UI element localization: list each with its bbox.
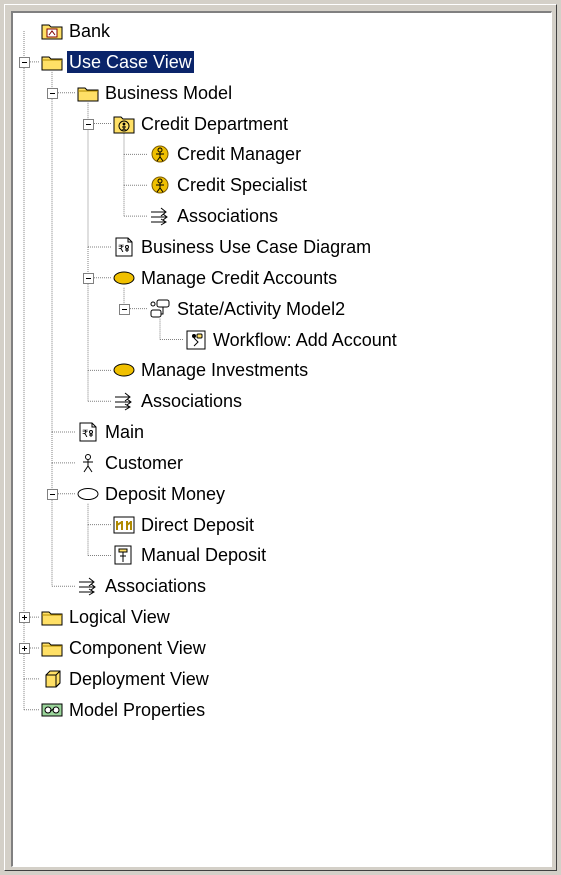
collapse-toggle[interactable] bbox=[83, 272, 94, 284]
expand-toggle[interactable] bbox=[19, 612, 30, 624]
model-properties-icon bbox=[41, 700, 63, 720]
collapse-toggle[interactable] bbox=[83, 118, 94, 130]
tree-node[interactable]: Manual Deposit bbox=[113, 541, 268, 569]
tree-node[interactable]: Associations bbox=[149, 202, 280, 230]
associations-icon bbox=[77, 576, 99, 596]
folder-icon bbox=[41, 638, 63, 658]
svg-text:₹: ₹ bbox=[82, 429, 88, 440]
tree-node-label[interactable]: Credit Department bbox=[139, 113, 290, 135]
use-case-diagram-icon: ₹ bbox=[77, 422, 99, 442]
tree-node-label[interactable]: Manual Deposit bbox=[139, 544, 268, 566]
tree-node[interactable]: Associations bbox=[113, 387, 244, 415]
tree-node[interactable]: Workflow: Add Account bbox=[185, 326, 399, 354]
tree-node[interactable]: Model Properties bbox=[41, 696, 207, 724]
tree-node-label[interactable]: Deposit Money bbox=[103, 483, 227, 505]
associations-icon bbox=[149, 206, 171, 226]
tree-node-label[interactable]: Customer bbox=[103, 452, 185, 474]
associations-icon bbox=[113, 391, 135, 411]
collapse-toggle[interactable] bbox=[47, 488, 58, 500]
tree-node[interactable]: Credit Specialist bbox=[149, 171, 309, 199]
use-case-icon bbox=[77, 484, 99, 504]
collapse-toggle[interactable] bbox=[47, 87, 58, 99]
tree-node[interactable]: Component View bbox=[41, 634, 208, 662]
tree-node[interactable]: Credit Department bbox=[113, 110, 290, 138]
tree-node[interactable]: Deposit Money bbox=[77, 480, 227, 508]
tree-node-label[interactable]: Associations bbox=[139, 390, 244, 412]
tree-node-label[interactable]: Deployment View bbox=[67, 668, 211, 690]
tree-node[interactable]: State/Activity Model2 bbox=[149, 295, 347, 323]
expand-toggle[interactable] bbox=[19, 643, 30, 654]
tree-node[interactable]: ₹ Main bbox=[77, 418, 146, 446]
tree-node[interactable]: Deployment View bbox=[41, 665, 211, 693]
business-worker-icon bbox=[149, 144, 171, 164]
tree-node[interactable]: Use Case View bbox=[41, 48, 194, 76]
tree-node-label[interactable]: Business Use Case Diagram bbox=[139, 236, 373, 258]
tree-node-label[interactable]: Manage Investments bbox=[139, 359, 310, 381]
activity-diagram-icon bbox=[185, 330, 207, 350]
collapse-toggle[interactable] bbox=[119, 303, 130, 315]
tree-node[interactable]: ₹ Business Use Case Diagram bbox=[113, 233, 373, 261]
tree-node[interactable]: Credit Manager bbox=[149, 140, 303, 168]
tree-node[interactable]: Business Model bbox=[77, 79, 234, 107]
tree-node-label[interactable]: Model Properties bbox=[67, 699, 207, 721]
tree-node-label[interactable]: Main bbox=[103, 421, 146, 443]
use-case-diagram-icon: ₹ bbox=[113, 237, 135, 257]
deployment-view-icon bbox=[41, 669, 63, 689]
tree-node-label[interactable]: Credit Manager bbox=[175, 143, 303, 165]
tree-node[interactable]: Manage Investments bbox=[113, 356, 310, 384]
tree-node-label[interactable]: Manage Credit Accounts bbox=[139, 267, 339, 289]
tree-node[interactable]: Bank bbox=[41, 17, 112, 45]
business-use-case-icon bbox=[113, 360, 135, 380]
tree-node-label[interactable]: State/Activity Model2 bbox=[175, 298, 347, 320]
actor-icon bbox=[77, 453, 99, 473]
collaboration-diagram-icon bbox=[113, 515, 135, 535]
organization-unit-icon bbox=[113, 114, 135, 134]
tree-node-label[interactable]: Credit Specialist bbox=[175, 174, 309, 196]
model-root-icon bbox=[41, 21, 63, 41]
state-activity-model-icon bbox=[149, 299, 171, 319]
business-worker-icon bbox=[149, 175, 171, 195]
tree-node-label[interactable]: Component View bbox=[67, 637, 208, 659]
tree-node-label[interactable]: Business Model bbox=[103, 82, 234, 104]
folder-icon bbox=[41, 607, 63, 627]
folder-icon bbox=[41, 52, 63, 72]
tree-node-label[interactable]: Associations bbox=[103, 575, 208, 597]
tree-node[interactable]: Customer bbox=[77, 449, 185, 477]
tree-node[interactable]: Associations bbox=[77, 572, 208, 600]
sequence-diagram-icon bbox=[113, 545, 135, 565]
business-use-case-icon bbox=[113, 268, 135, 288]
collapse-toggle[interactable] bbox=[19, 56, 30, 68]
tree-node-label[interactable]: Direct Deposit bbox=[139, 514, 256, 536]
tree-node-label[interactable]: Logical View bbox=[67, 606, 172, 628]
tree-node[interactable]: Manage Credit Accounts bbox=[113, 264, 339, 292]
folder-icon bbox=[77, 83, 99, 103]
tree-node-label[interactable]: Bank bbox=[67, 20, 112, 42]
tree-node-label[interactable]: Workflow: Add Account bbox=[211, 329, 399, 351]
svg-text:₹: ₹ bbox=[118, 244, 124, 255]
tree-node-label[interactable]: Associations bbox=[175, 205, 280, 227]
tree-node[interactable]: Logical View bbox=[41, 603, 172, 631]
tree-node-label[interactable]: Use Case View bbox=[67, 50, 194, 73]
tree-node[interactable]: Direct Deposit bbox=[113, 511, 256, 539]
model-browser-tree[interactable]: Bank Use Case View Business Model Credit De… bbox=[11, 11, 552, 867]
browser-window-frame: Bank Use Case View Business Model Credit De… bbox=[4, 4, 557, 871]
